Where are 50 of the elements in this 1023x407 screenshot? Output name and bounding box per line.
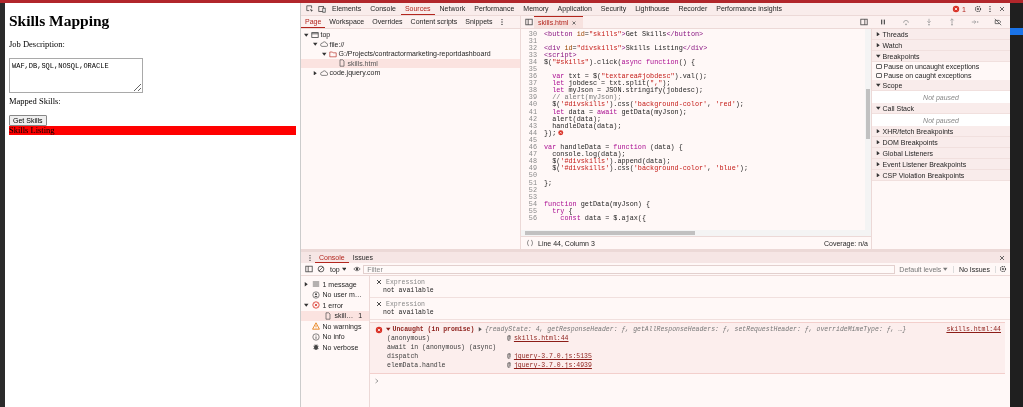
cloud-icon: [320, 68, 328, 77]
user-icon: [312, 290, 320, 299]
braces-icon[interactable]: [525, 239, 534, 247]
scrollbar[interactable]: [525, 231, 695, 235]
eye-icon[interactable]: [352, 265, 361, 273]
device-icon[interactable]: [317, 5, 326, 13]
checkbox[interactable]: [876, 63, 882, 70]
bug-icon: [312, 343, 320, 352]
caret-icon[interactable]: [876, 105, 881, 111]
caret-icon[interactable]: [313, 70, 318, 75]
info-icon: [312, 332, 320, 341]
pause-icon[interactable]: [878, 18, 887, 26]
caret-icon: [341, 266, 347, 272]
close-icon[interactable]: [374, 300, 383, 308]
sidebar-toggle-icon[interactable]: [524, 18, 533, 26]
caret-icon: [943, 266, 948, 272]
sidebar-toggle-icon[interactable]: [859, 18, 868, 26]
close-icon[interactable]: [374, 278, 383, 286]
close-icon[interactable]: [997, 253, 1006, 262]
skills-listing: Skills Listing: [9, 126, 296, 135]
prompt-icon: [374, 378, 380, 384]
list-icon: [312, 280, 320, 289]
checkbox[interactable]: [876, 72, 882, 79]
caret-icon[interactable]: [304, 282, 309, 287]
file-icon: [338, 59, 346, 68]
caret-icon[interactable]: [478, 327, 483, 332]
cloud-icon: [320, 40, 328, 49]
settings-icon[interactable]: [973, 5, 982, 13]
close-icon[interactable]: [997, 5, 1006, 13]
caret-icon[interactable]: [876, 82, 881, 88]
field-label: Job Description:: [9, 39, 65, 49]
window-icon: [311, 30, 319, 39]
scrollbar[interactable]: [866, 89, 870, 139]
file-icon: [324, 311, 332, 320]
deactivate-breakpoints-icon[interactable]: [994, 18, 1003, 26]
close-icon[interactable]: [571, 19, 578, 26]
inspect-icon[interactable]: [305, 5, 314, 13]
sidebar-toggle-icon[interactable]: [304, 265, 313, 273]
caret-icon[interactable]: [386, 327, 391, 332]
selection-strip: [1010, 28, 1023, 35]
settings-icon[interactable]: [998, 265, 1007, 273]
page-title: Skills Mapping: [9, 12, 110, 30]
warning-icon: [312, 322, 320, 331]
caret-icon[interactable]: [304, 303, 309, 308]
folder-icon: [329, 49, 337, 58]
error-icon: [374, 325, 383, 334]
error-icon: [312, 301, 320, 310]
error-icon: [951, 5, 960, 13]
clear-icon[interactable]: [316, 265, 325, 273]
field-label: Mapped Skills:: [9, 96, 61, 106]
